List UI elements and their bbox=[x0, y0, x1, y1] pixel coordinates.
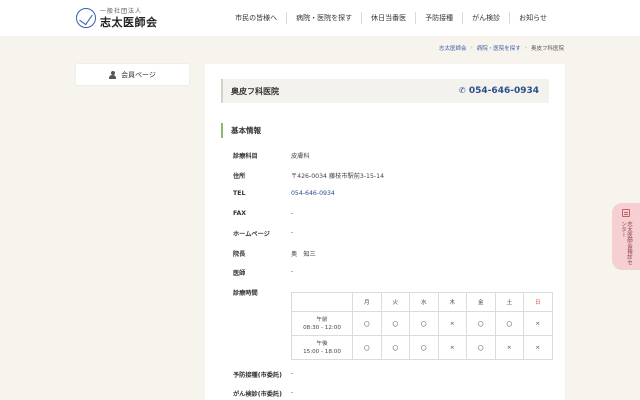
time-slot-label: 午前 08:30 - 12:00 bbox=[291, 311, 353, 336]
nav-item-citizens[interactable]: 市民の皆様へ bbox=[226, 12, 286, 24]
breadcrumb: 志太医師会 › 病院・医院を探す › 奥皮フ科医院 bbox=[439, 44, 564, 52]
clipboard-icon bbox=[622, 209, 630, 218]
day-header: 月 bbox=[352, 292, 382, 312]
availability-cell: 〇 bbox=[466, 311, 496, 336]
clinic-phone-number: 054-646-0934 bbox=[468, 86, 539, 96]
info-row-department: 診療科目 皮膚科 bbox=[233, 151, 310, 160]
clinic-name: 奥皮フ科医院 bbox=[231, 86, 279, 96]
availability-cell: 〇 bbox=[466, 335, 496, 360]
logo-subtitle: 一般社団法人 bbox=[100, 7, 143, 15]
nav-item-holiday-doctor[interactable]: 休日当番医 bbox=[361, 12, 415, 24]
availability-cell: × bbox=[494, 335, 524, 360]
info-value: 〒426-0034 藤枝市駅前3-15-14 bbox=[291, 173, 385, 180]
availability-cell: 〇 bbox=[380, 311, 410, 336]
info-row-address: 住所 〒426-0034 藤枝市駅前3-15-14 bbox=[233, 171, 384, 180]
info-label: ホームページ bbox=[233, 231, 270, 238]
info-label: 診療時間 bbox=[233, 290, 258, 297]
info-label: 予防接種(市委託) bbox=[233, 372, 282, 379]
clinic-phone-link[interactable]: ✆ 054-646-0934 bbox=[459, 86, 539, 96]
availability-cell: 〇 bbox=[494, 311, 524, 336]
global-nav: 市民の皆様へ 病院・医院を探す 休日当番医 予防接種 がん検診 お知らせ bbox=[226, 0, 556, 36]
nav-item-news[interactable]: お知らせ bbox=[509, 12, 556, 24]
availability-cell: 〇 bbox=[352, 335, 382, 360]
side-tab-label: 志太医師会検診センター bbox=[620, 221, 632, 266]
info-row-tel: TEL 054-646-0934 bbox=[233, 190, 335, 197]
info-row-doctors: 医師 - bbox=[233, 268, 293, 277]
nav-item-vaccination[interactable]: 予防接種 bbox=[415, 12, 462, 24]
info-value: 皮膚科 bbox=[291, 153, 310, 160]
clinic-header-bar: 奥皮フ科医院 ✆ 054-646-0934 bbox=[221, 79, 549, 103]
info-value: - bbox=[291, 210, 294, 217]
info-label: FAX bbox=[233, 210, 247, 217]
section-title-basic-info: 基本情報 bbox=[221, 123, 261, 138]
time-slot-range: 08:30 - 12:00 bbox=[303, 324, 341, 331]
availability-cell: × bbox=[523, 335, 553, 360]
breadcrumb-current: 奥皮フ科医院 bbox=[530, 46, 564, 52]
logo-mark-icon bbox=[76, 8, 96, 28]
availability-cell: × bbox=[523, 311, 553, 336]
breadcrumb-separator: › bbox=[524, 45, 527, 51]
time-slot-name: 午後 bbox=[316, 340, 328, 347]
logo-text: 一般社団法人 志太医師会 bbox=[100, 7, 158, 29]
clinic-detail-card: 奥皮フ科医院 ✆ 054-646-0934 基本情報 診療科目 皮膚科 住所 〒… bbox=[205, 64, 565, 400]
info-row-homepage: ホームページ - bbox=[233, 229, 293, 238]
breadcrumb-separator: › bbox=[470, 45, 473, 51]
breadcrumb-find-clinic[interactable]: 病院・医院を探す bbox=[477, 44, 521, 52]
user-icon bbox=[109, 70, 117, 79]
site-header: 一般社団法人 志太医師会 市民の皆様へ 病院・医院を探す 休日当番医 予防接種 … bbox=[0, 0, 640, 36]
phone-icon: ✆ bbox=[458, 86, 466, 95]
info-row-cancer-screening: がん検診(市委託) - bbox=[233, 389, 293, 398]
site-logo[interactable]: 一般社団法人 志太医師会 bbox=[76, 7, 158, 29]
info-row-vaccination: 予防接種(市委託) - bbox=[233, 370, 293, 379]
info-label: がん検診(市委託) bbox=[233, 391, 282, 398]
time-slot-name: 午前 bbox=[316, 316, 328, 323]
consultation-hours-table: 月 火 水 木 金 土 日 午前 08:30 - 12:00 〇 〇 〇 × 〇… bbox=[291, 292, 553, 360]
day-header: 木 bbox=[437, 292, 467, 312]
table-row: 午前 08:30 - 12:00 〇 〇 〇 × 〇 〇 × bbox=[291, 311, 553, 336]
day-header-saturday: 土 bbox=[494, 292, 524, 312]
availability-cell: 〇 bbox=[409, 311, 439, 336]
time-slot-range: 15:00 - 18:00 bbox=[303, 348, 341, 355]
info-label: 医師 bbox=[233, 270, 246, 277]
availability-cell: 〇 bbox=[380, 335, 410, 360]
info-row-fax: FAX - bbox=[233, 210, 293, 217]
availability-cell: 〇 bbox=[352, 311, 382, 336]
day-header: 火 bbox=[380, 292, 410, 312]
time-slot-label: 午後 15:00 - 18:00 bbox=[291, 335, 353, 360]
nav-item-cancer-screening[interactable]: がん検診 bbox=[462, 12, 509, 24]
day-header: 水 bbox=[409, 292, 439, 312]
info-value: 奥 知三 bbox=[291, 251, 316, 258]
breadcrumb-home[interactable]: 志太医師会 bbox=[439, 44, 467, 52]
info-value: - bbox=[291, 389, 294, 396]
tel-link[interactable]: 054-646-0934 bbox=[291, 190, 335, 197]
info-row-director: 院長 奥 知三 bbox=[233, 249, 316, 258]
logo-title: 志太医師会 bbox=[100, 15, 158, 29]
day-header-sunday: 日 bbox=[523, 292, 553, 312]
info-value: - bbox=[291, 370, 294, 377]
info-label: 診療科目 bbox=[233, 153, 258, 160]
nav-item-find-clinic[interactable]: 病院・医院を探す bbox=[286, 12, 361, 24]
table-corner-cell bbox=[291, 292, 353, 312]
availability-cell: 〇 bbox=[409, 335, 439, 360]
member-page-button[interactable]: 会員ページ bbox=[76, 64, 189, 85]
info-value: - bbox=[291, 229, 294, 236]
table-row: 午後 15:00 - 18:00 〇 〇 〇 × 〇 × × bbox=[291, 335, 553, 360]
screening-center-side-tab[interactable]: 志太医師会検診センター bbox=[612, 203, 640, 270]
info-label: TEL bbox=[233, 190, 246, 197]
info-label: 院長 bbox=[233, 251, 246, 258]
info-value: - bbox=[291, 268, 294, 275]
info-row-hours: 診療時間 bbox=[233, 288, 291, 297]
table-header-row: 月 火 水 木 金 土 日 bbox=[291, 292, 553, 312]
availability-cell: × bbox=[437, 335, 467, 360]
day-header: 金 bbox=[466, 292, 496, 312]
member-page-label: 会員ページ bbox=[121, 70, 156, 79]
availability-cell: × bbox=[437, 311, 467, 336]
info-label: 住所 bbox=[233, 173, 246, 180]
